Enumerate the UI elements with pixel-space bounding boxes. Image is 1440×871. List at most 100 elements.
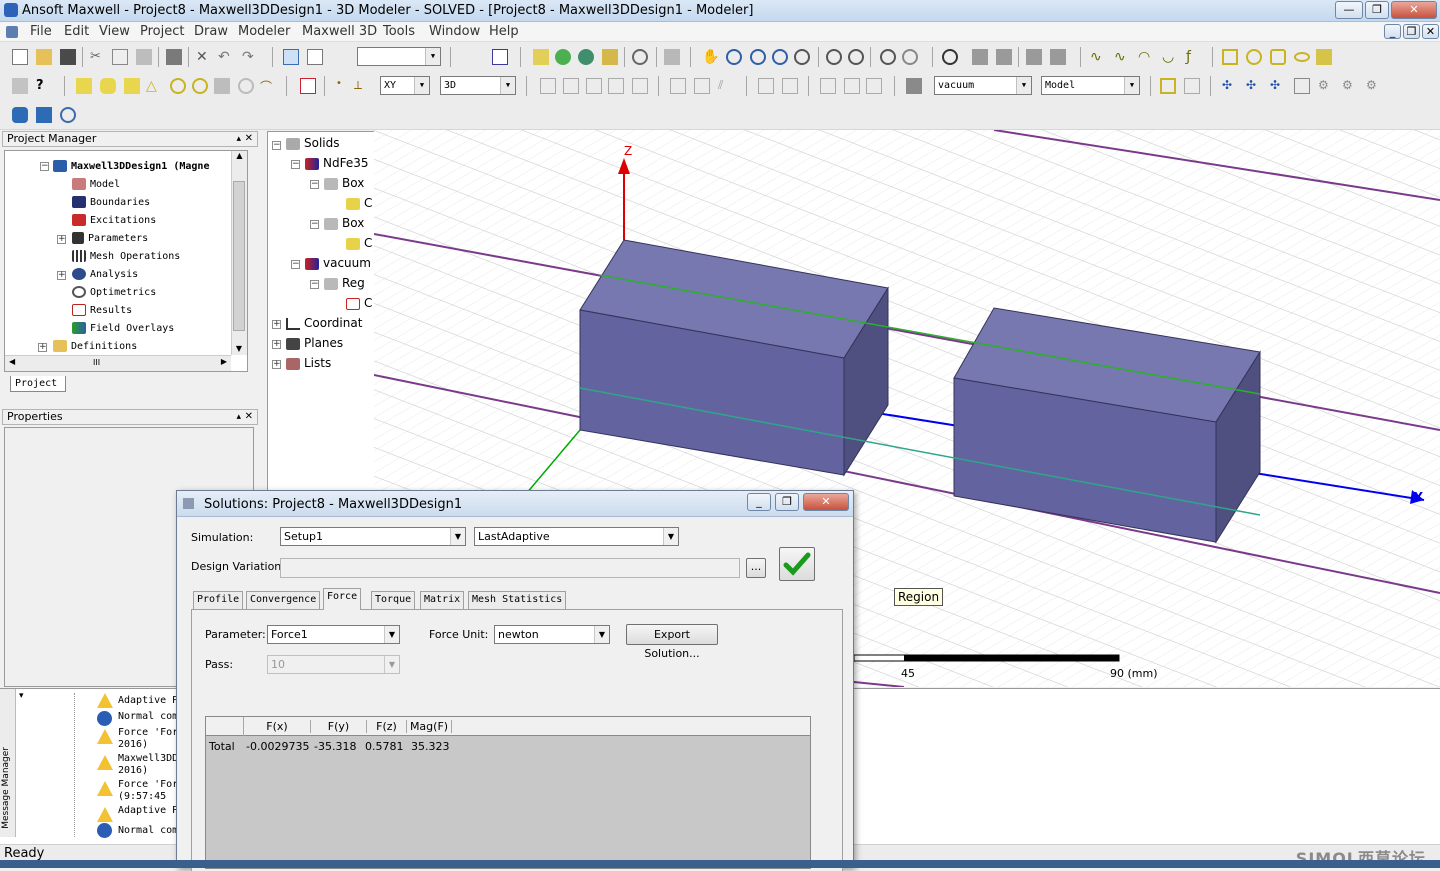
expand-icon[interactable]: + [57,271,66,280]
history-planes[interactable]: Planes [286,336,343,350]
tree-item-mesh-operations[interactable]: Mesh Operations [72,250,180,262]
center-arc-icon[interactable]: ◡ [1162,49,1178,65]
redo-icon[interactable]: ↷ [242,49,258,65]
menu-tools[interactable]: Tools [383,24,415,39]
object-cs-icon[interactable] [1294,78,1310,94]
menu-file[interactable]: File [30,24,52,39]
solution-select[interactable]: LastAdaptive ▼ [474,527,679,546]
undo-icon[interactable]: ↶ [218,49,234,65]
tab-force[interactable]: Force [323,588,362,610]
tree-vscroll[interactable]: ▲ ▼ [231,151,247,355]
duplicate-around-axis-icon[interactable] [844,78,860,94]
pin-icon[interactable]: ▴ [236,410,241,424]
history-box-1[interactable]: Box [324,176,364,190]
subtract-icon[interactable] [563,78,579,94]
offset-cs-icon[interactable]: ✣ [1246,78,1262,94]
point-icon[interactable]: • [336,78,352,94]
relative-cs-icon[interactable]: ✣ [1222,78,1238,94]
selection-filter-combo[interactable]: ▼ [357,47,441,66]
grid-settings-icon[interactable]: ⚙ [1366,78,1382,94]
history-create-box-1[interactable]: C [346,196,372,210]
view-mode-combo[interactable]: 3D ▼ [440,76,516,95]
select-object-icon[interactable] [307,49,323,65]
zoom-in-icon[interactable] [826,49,842,65]
history-vacuum[interactable]: vacuum [305,256,371,270]
simulation-select[interactable]: Setup1 ▼ [280,527,466,546]
cylinder-icon[interactable] [100,78,116,94]
tree-hscroll[interactable]: ◀ III ▶ [5,355,231,371]
duplicate-mirror-icon[interactable] [866,78,882,94]
ellipse-icon[interactable] [1294,52,1310,62]
show-all-icon[interactable] [1026,49,1042,65]
tree-root[interactable]: Maxwell3DDesign1 (Magne [53,160,209,172]
regular-polyhedron-icon[interactable] [124,78,140,94]
expand-icon[interactable]: + [57,235,66,244]
pin-icon[interactable]: ▴ [236,132,241,146]
analyze-icon[interactable] [555,49,571,65]
thicken-icon[interactable] [782,78,798,94]
scroll-thumb[interactable] [233,181,245,331]
insert-design-icon[interactable] [12,107,28,123]
fit-selection-icon[interactable] [902,49,918,65]
arc-icon[interactable]: ◠ [1138,49,1154,65]
results-icon[interactable] [578,49,594,65]
helix-icon[interactable] [214,78,230,94]
rotate-object-icon[interactable] [694,78,710,94]
tab-convergence[interactable]: Convergence [246,591,321,609]
message-list[interactable]: Adaptive P Normal com Force 'For 2016) M… [74,693,184,838]
history-coordinate-systems[interactable]: Coordinat [286,316,362,330]
mirror-icon[interactable]: ⫽ [718,78,734,94]
tab-project[interactable]: Project [10,376,66,392]
force-unit-select[interactable]: newton ▼ [494,625,610,644]
tab-profile[interactable]: Profile [193,591,244,609]
sweep-icon[interactable] [758,78,774,94]
validate-icon[interactable] [492,49,508,65]
pass-select[interactable]: 10 ▼ [267,655,400,674]
overlay-icon[interactable] [664,49,680,65]
menu-draw[interactable]: Draw [194,24,228,39]
tree-item-definitions[interactable]: Definitions [53,340,137,352]
collapse-icon[interactable]: − [291,260,300,269]
tab-mesh-statistics[interactable]: Mesh Statistics [468,591,567,609]
collapse-icon[interactable]: − [272,141,281,150]
view-icon[interactable] [942,49,958,65]
pan-icon[interactable]: ✋ [702,49,719,65]
close-button[interactable]: ✕ [1391,1,1437,19]
expand-icon[interactable]: + [272,340,281,349]
cut-icon[interactable]: ✂ [90,49,106,65]
spiral-icon[interactable] [238,78,254,94]
bondwire-icon[interactable]: ⌒ [260,78,276,94]
child-restore-button[interactable]: ❐ [1403,24,1420,39]
model-combo[interactable]: Model ▼ [1041,76,1140,95]
collapse-icon[interactable]: − [310,220,319,229]
print-icon[interactable] [166,49,182,65]
box-icon[interactable] [76,78,92,94]
menu-view[interactable]: View [99,24,130,39]
polygon-icon[interactable] [1270,49,1286,65]
dialog-minimize-button[interactable]: _ [747,493,771,511]
fields-icon[interactable] [632,49,648,65]
cone-icon[interactable]: △ [146,78,162,94]
design-variation-field[interactable] [280,558,740,578]
plane-combo[interactable]: XY ▼ [380,76,430,95]
panel-close-icon[interactable]: ✕ [245,410,253,424]
dialog-maximize-button[interactable]: ❐ [775,493,799,511]
imprint-icon[interactable] [608,78,624,94]
history-ndfe35[interactable]: NdFe35 [305,156,369,170]
region-icon[interactable] [300,78,316,94]
circle-icon[interactable] [1246,49,1262,65]
menu-edit[interactable]: Edit [64,24,89,39]
new-icon[interactable] [12,49,28,65]
tree-item-excitations[interactable]: Excitations [72,214,156,226]
face-cs-icon[interactable] [1184,78,1200,94]
rectangle-icon[interactable] [1222,49,1238,65]
doc-icon[interactable] [6,26,18,38]
tree-item-boundaries[interactable]: Boundaries [72,196,150,208]
menu-maxwell3d[interactable]: Maxwell 3D [302,24,377,39]
expand-icon[interactable]: + [272,320,281,329]
sphere-icon[interactable] [170,78,186,94]
context-help-icon[interactable]: ? [36,78,52,94]
child-close-button[interactable]: ✕ [1422,24,1439,39]
open-icon[interactable] [36,49,52,65]
history-box-2[interactable]: Box [324,216,364,230]
